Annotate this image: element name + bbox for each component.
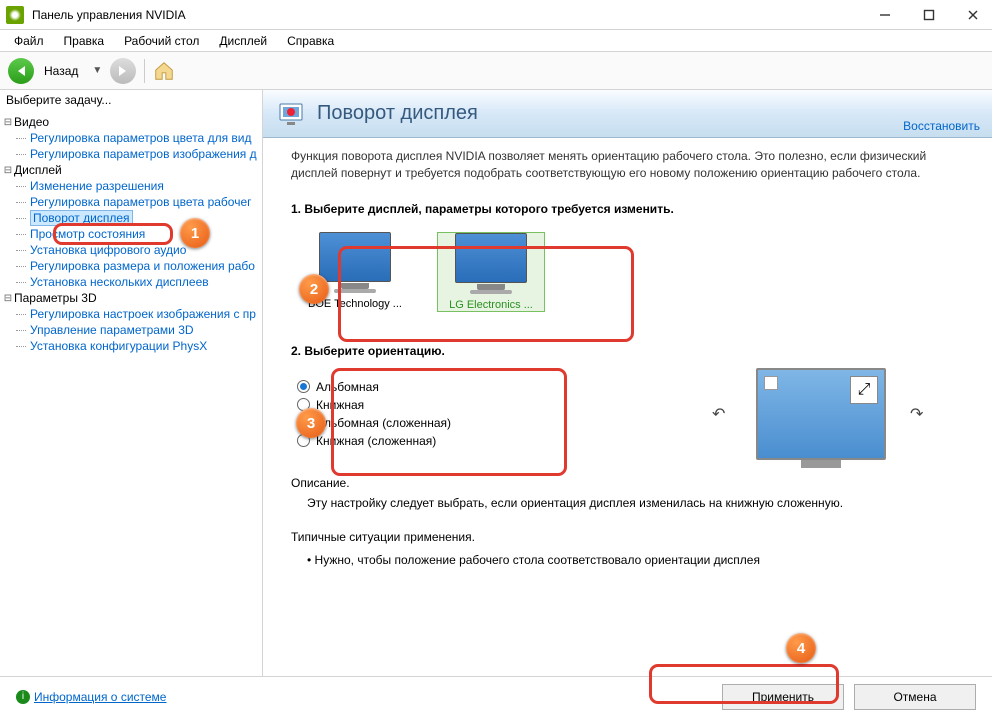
radio-landscape[interactable]: Альбомная <box>297 378 451 396</box>
situation-item: Нужно, чтобы положение рабочего стола со… <box>307 548 970 572</box>
step2-heading: 2. Выберите ориентацию. <box>291 344 970 358</box>
tree-leaf[interactable]: Регулировка размера и положения рабо <box>2 258 260 274</box>
rotate-tool-icon[interactable]: ⤢ <box>850 376 878 404</box>
menu-desktop[interactable]: Рабочий стол <box>116 32 207 50</box>
toolbar: Назад ▼ <box>0 52 992 90</box>
radio-icon <box>297 398 310 411</box>
monitor-icon <box>455 233 527 283</box>
tree-leaf[interactable]: Установка цифрового аудио <box>2 242 260 258</box>
close-button[interactable] <box>960 2 986 28</box>
titlebar: Панель управления NVIDIA <box>0 0 992 30</box>
sidebar: Выберите задачу... ⊟Видео Регулировка па… <box>0 90 263 676</box>
display-caption: BOE Technology ... <box>301 298 409 310</box>
nvidia-app-icon <box>6 6 24 24</box>
menu-help[interactable]: Справка <box>279 32 342 50</box>
radio-icon <box>297 380 310 393</box>
radio-portrait[interactable]: Книжная <box>297 396 451 414</box>
display-item-0[interactable]: BOE Technology ... <box>301 232 409 312</box>
main-header: Поворот дисплея Восстановить <box>263 90 992 138</box>
orientation-radios: Альбомная Книжная Альбомная (сложенная) … <box>291 374 451 454</box>
description-body: Эту настройку следует выбрать, если орие… <box>307 494 970 512</box>
radio-landscape-flipped[interactable]: Альбомная (сложенная) <box>297 414 451 432</box>
tree-leaf[interactable]: Регулировка параметров цвета рабочег <box>2 194 260 210</box>
nav-forward-button[interactable] <box>110 58 136 84</box>
home-button[interactable] <box>153 60 175 82</box>
radio-portrait-flipped[interactable]: Книжная (сложенная) <box>297 432 451 450</box>
situations-heading: Типичные ситуации применения. <box>291 530 970 544</box>
tree-leaf[interactable]: Регулировка параметров изображения д <box>2 146 260 162</box>
radio-icon <box>297 434 310 447</box>
step1-heading: 1. Выберите дисплей, параметры которого … <box>291 202 970 216</box>
tree-leaf[interactable]: Изменение разрешения <box>2 178 260 194</box>
display-caption: LG Electronics ... <box>438 299 544 311</box>
minimize-button[interactable] <box>872 2 898 28</box>
display-item-1[interactable]: LG Electronics ... <box>437 232 545 312</box>
tree-leaf[interactable]: Управление параметрами 3D <box>2 322 260 338</box>
tree-leaf[interactable]: Просмотр состояния <box>2 226 260 242</box>
restore-link[interactable]: Восстановить <box>903 119 980 133</box>
monitor-icon <box>319 232 391 282</box>
menubar: Файл Правка Рабочий стол Дисплей Справка <box>0 30 992 52</box>
task-label: Выберите задачу... <box>0 90 262 110</box>
nav-back-button[interactable] <box>8 58 34 84</box>
radio-icon <box>297 416 310 429</box>
footer: i Информация о системе Применить Отмена <box>0 676 992 716</box>
tree-leaf[interactable]: Регулировка настроек изображения с пр <box>2 306 260 322</box>
chevron-down-icon[interactable]: ▼ <box>92 65 102 76</box>
tree-group-display[interactable]: ⊟Дисплей <box>2 162 260 178</box>
main-panel: Поворот дисплея Восстановить Функция пов… <box>263 90 992 676</box>
tree-group-3d[interactable]: ⊟Параметры 3D <box>2 290 260 306</box>
description-heading: Описание. <box>291 476 970 490</box>
menu-edit[interactable]: Правка <box>56 32 113 50</box>
rotate-display-icon <box>275 98 307 130</box>
window-title: Панель управления NVIDIA <box>32 8 872 22</box>
tree-group-video[interactable]: ⊟Видео <box>2 114 260 130</box>
rotate-right-button[interactable]: ↷ <box>910 404 930 424</box>
maximize-button[interactable] <box>916 2 942 28</box>
rotate-left-button[interactable]: ↶ <box>712 404 732 424</box>
preview-monitor-icon: ⤢ <box>756 368 886 460</box>
apply-button[interactable]: Применить <box>722 684 844 710</box>
display-picker: BOE Technology ... LG Electronics ... <box>291 226 970 318</box>
tree-leaf[interactable]: Регулировка параметров цвета для вид <box>2 130 260 146</box>
task-tree[interactable]: ⊟Видео Регулировка параметров цвета для … <box>0 110 262 676</box>
nav-back-label: Назад <box>44 64 78 78</box>
tree-leaf[interactable]: Установка конфигурации PhysX <box>2 338 260 354</box>
tree-leaf-rotate-display[interactable]: Поворот дисплея <box>2 210 260 226</box>
menu-display[interactable]: Дисплей <box>211 32 275 50</box>
toolbar-separator <box>144 59 145 83</box>
cancel-button[interactable]: Отмена <box>854 684 976 710</box>
menu-file[interactable]: Файл <box>6 32 52 50</box>
orientation-preview: ↶ ⤢ ↷ <box>712 368 930 460</box>
info-icon: i <box>16 690 30 704</box>
system-info-link[interactable]: i Информация о системе <box>16 690 166 704</box>
page-title: Поворот дисплея <box>317 102 903 125</box>
intro-text: Функция поворота дисплея NVIDIA позволяе… <box>291 148 970 182</box>
tree-leaf[interactable]: Установка нескольких дисплеев <box>2 274 260 290</box>
